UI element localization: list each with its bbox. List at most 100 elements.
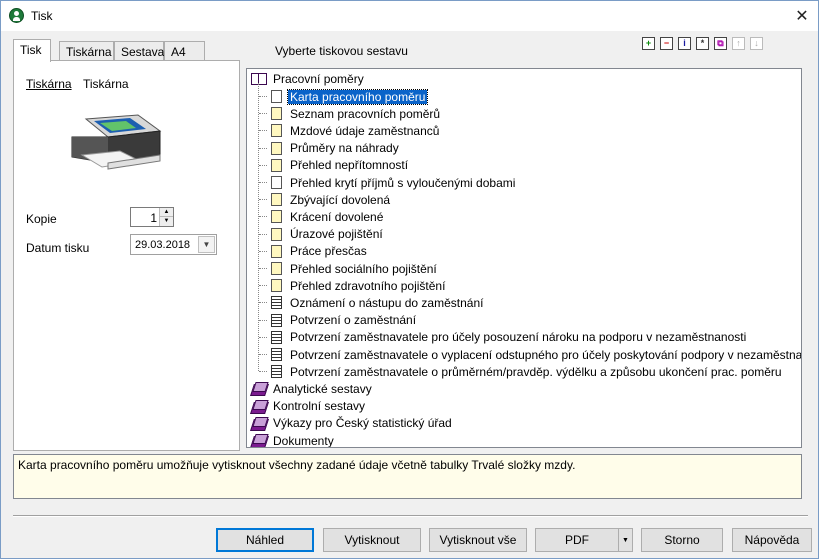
tree-connector-line [259,354,267,355]
tree-item[interactable]: Úrazové pojištění [271,226,385,243]
tree-item[interactable]: Mzdové údaje zaměstnanců [271,122,441,139]
star-icon[interactable]: * [696,37,709,50]
tree-item-label[interactable]: Oznámení o nástupu do zaměstnání [288,296,485,310]
pdf-button[interactable]: PDF ▼ [535,528,633,552]
tree-connector-line [259,371,267,373]
tree-group-label[interactable]: Výkazy pro Český statistický úřad [271,416,454,430]
document-icon [271,330,282,344]
help-button[interactable]: Nápověda [732,528,812,552]
tree-item-label[interactable]: Potvrzení o zaměstnání [288,313,418,327]
tree-connector-line [259,182,267,183]
document-icon [271,107,282,121]
tree-item-label[interactable]: Úrazové pojištění [288,227,385,241]
tree-root-node[interactable]: Pracovní poměry [251,70,366,87]
close-button[interactable]: ✕ [790,4,814,28]
copies-value[interactable]: 1 [150,211,157,225]
tree-item[interactable]: Přehled sociálního pojištění [271,260,439,277]
report-tree[interactable]: Pracovní poměry Karta pracovního poměru S… [246,68,802,448]
tree-item-label[interactable]: Seznam pracovních poměrů [288,107,442,121]
tree-group-label[interactable]: Analytické sestavy [271,382,374,396]
copies-label: Kopie [26,212,57,226]
tree-item[interactable]: Oznámení o nástupu do zaměstnání [271,294,485,311]
tree-root-label[interactable]: Pracovní poměry [271,72,366,86]
spin-down-icon[interactable]: ▼ [159,217,173,226]
copy-icon[interactable]: ⧉ [714,37,727,50]
tree-item-label[interactable]: Potvrzení zaměstnavatele o průměrném/pra… [288,365,784,379]
date-value[interactable]: 29.03.2018 [135,239,190,251]
move-down-icon[interactable]: ↓ [750,37,763,50]
date-picker[interactable]: 29.03.2018 ▼ [130,234,217,255]
tree-item[interactable]: Zbývající dovolená [271,191,392,208]
document-icon [271,296,282,310]
tree-item[interactable]: Práce přesčas [271,243,369,260]
tree-connector-line [259,130,267,132]
preview-button-label: Náhled [245,533,285,547]
chevron-down-icon[interactable]: ▼ [198,236,215,253]
pdf-button-label: PDF [565,533,589,547]
tree-item-label[interactable]: Mzdové údaje zaměstnanců [288,124,441,138]
tree-item-label[interactable]: Práce přesčas [288,244,369,258]
tree-item[interactable]: Potvrzení o zaměstnání [271,312,418,329]
printer-label[interactable]: Tiskárna [26,77,72,91]
report-header: Vyberte tiskovou sestavu [275,44,408,58]
tree-connector-line [259,285,267,287]
print-button[interactable]: Vytisknout [323,528,421,552]
tree-item-label[interactable]: Průměry na náhrady [288,141,401,155]
tree-item[interactable]: Průměry na náhrady [271,140,401,157]
tree-group-label[interactable]: Kontrolní sestavy [271,399,367,413]
document-icon [271,210,282,224]
tree-connector-line [259,319,267,321]
tab-sestava[interactable]: Sestava [114,41,164,61]
document-icon [271,90,282,103]
preview-button[interactable]: Náhled [216,528,314,552]
tree-item[interactable]: Potvrzení zaměstnavatele o vyplacení ods… [271,346,801,363]
document-icon [271,244,282,258]
window-title: Tisk [31,9,53,23]
chevron-down-icon[interactable]: ▼ [618,529,632,551]
remove-icon[interactable]: − [660,37,673,50]
add-icon[interactable]: + [642,37,655,50]
tree-group-node[interactable]: Analytické sestavy [251,380,374,397]
document-icon [271,124,282,138]
print-all-button[interactable]: Vytisknout vše [429,528,527,552]
tree-item-label[interactable]: Přehled sociálního pojištění [288,262,439,276]
book-icon [251,417,267,430]
tree-item-label[interactable]: Přehled nepřítomností [288,158,410,172]
tree-connector-line [259,250,267,252]
tree-connector-line [259,268,267,269]
copies-stepper[interactable]: 1 ▲ ▼ [130,207,174,227]
tree-item-label[interactable]: Krácení dovolené [288,210,385,224]
tree-item[interactable]: Krácení dovolené [271,208,385,225]
tree-item[interactable]: Přehled krytí příjmů s vyloučenými dobam… [271,174,517,191]
help-button-label: Nápověda [744,533,800,547]
tree-item-label[interactable]: Potvrzení zaměstnavatele pro účely posou… [288,330,748,344]
tree-item-label[interactable]: Zbývající dovolená [288,193,392,207]
app-user-icon [9,8,24,23]
cancel-button[interactable]: Storno [641,528,723,552]
tree-item-label[interactable]: Přehled krytí příjmů s vyloučenými dobam… [288,176,517,190]
spin-up-icon[interactable]: ▲ [159,208,173,217]
move-up-icon[interactable]: ↑ [732,37,745,50]
tree-item[interactable]: Karta pracovního poměru [271,88,429,105]
tree-item[interactable]: Potvrzení zaměstnavatele pro účely posou… [271,329,748,346]
print-button-label: Vytisknout [344,533,400,547]
tree-connector-line [259,147,267,149]
tree-item-label[interactable]: Karta pracovního poměru [286,88,429,105]
tree-item[interactable]: Přehled zdravotního pojištění [271,277,447,294]
report-description: Karta pracovního poměru umožňuje vytiskn… [13,454,802,499]
info-icon[interactable]: i [678,37,691,50]
tab-a4[interactable]: A4 [164,41,205,61]
tree-group-label[interactable]: Dokumenty [271,434,336,448]
tree-toolbar: + − i * ⧉ ↑ ↓ [642,37,763,50]
tree-item-label[interactable]: Přehled zdravotního pojištění [288,279,447,293]
tree-item[interactable]: Seznam pracovních poměrů [271,105,442,122]
tab-tisk[interactable]: Tisk [13,39,51,62]
tree-item[interactable]: Potvrzení zaměstnavatele o průměrném/pra… [271,363,784,380]
tab-tiskarna[interactable]: Tiskárna [59,41,114,61]
tree-group-node[interactable]: Kontrolní sestavy [251,398,367,415]
document-icon [271,176,282,189]
tree-item-label[interactable]: Potvrzení zaměstnavatele o vyplacení ods… [288,348,801,362]
tree-group-node[interactable]: Výkazy pro Český statistický úřad [251,415,454,432]
tree-item[interactable]: Přehled nepřítomností [271,157,410,174]
tree-group-node[interactable]: Dokumenty [251,432,336,448]
